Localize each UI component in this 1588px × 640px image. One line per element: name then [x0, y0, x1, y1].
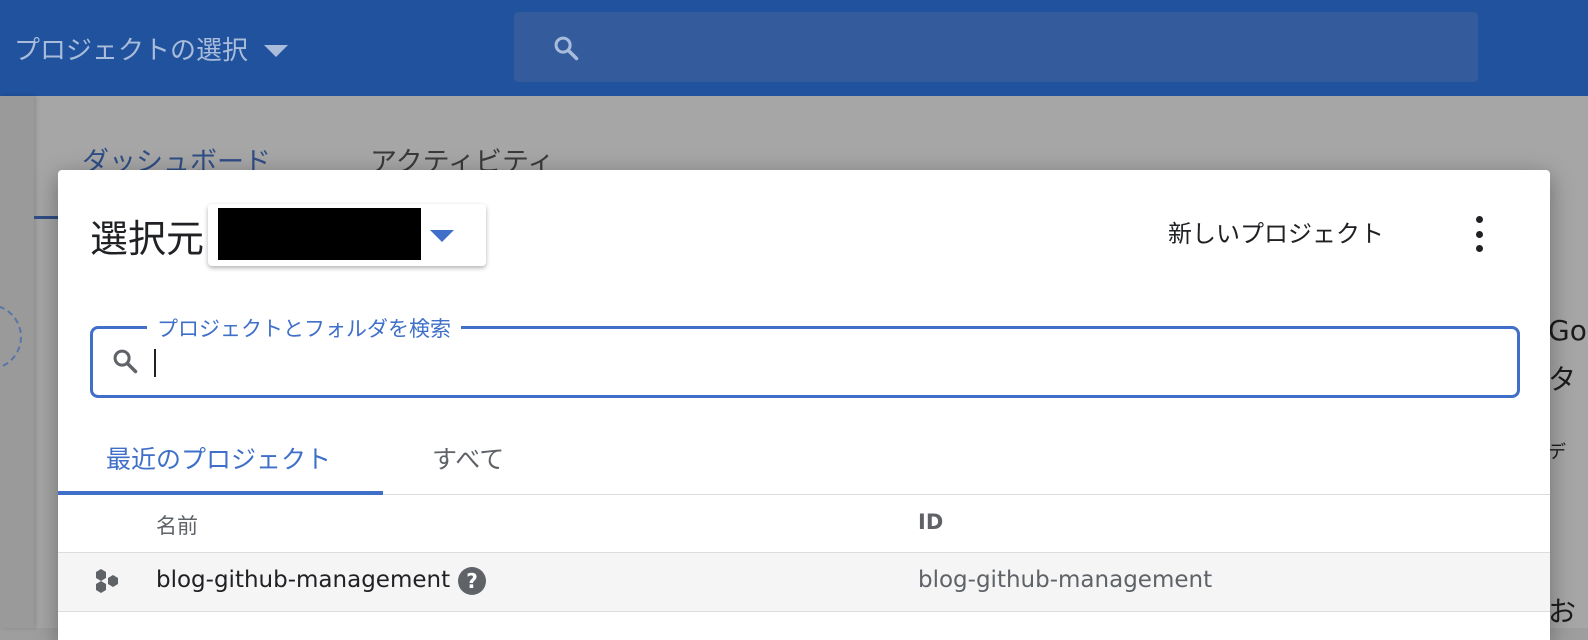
- column-header-name: 名前: [156, 514, 198, 538]
- top-search-bar[interactable]: [514, 12, 1478, 82]
- bg-fragment: お: [1548, 595, 1577, 628]
- bg-fragment: タ: [1548, 363, 1577, 396]
- dialog-tabs: 最近のプロジェクト すべて: [58, 422, 1550, 495]
- rail-circle-decoration: [0, 304, 22, 370]
- project-picker-button[interactable]: プロジェクトの選択: [14, 28, 289, 68]
- organization-select[interactable]: [208, 204, 486, 266]
- column-header-id: ID: [918, 510, 944, 534]
- bg-fragment: デ: [1548, 442, 1566, 463]
- organization-name-redacted: [218, 208, 421, 260]
- caret-down-icon: [264, 45, 289, 57]
- caret-down-icon: [430, 230, 454, 242]
- more-vert-icon[interactable]: [1468, 216, 1490, 252]
- search-icon: [552, 34, 580, 66]
- bg-fragment: Go: [1548, 314, 1587, 347]
- select-project-dialog: 選択元 新しいプロジェクト プロジェクトとフォルダを検索 最近のプロジェクト す…: [58, 170, 1550, 640]
- search-field-label: プロジェクトとフォルダを検索: [147, 313, 461, 343]
- top-app-bar: プロジェクトの選択: [0, 0, 1588, 96]
- project-search-field[interactable]: プロジェクトとフォルダを検索: [90, 313, 1520, 398]
- new-project-button[interactable]: 新しいプロジェクト: [1168, 214, 1384, 249]
- project-picker-label: プロジェクトの選択: [14, 35, 249, 66]
- left-rail: [0, 96, 34, 628]
- help-circle-icon[interactable]: ?: [458, 567, 486, 595]
- dialog-title: 選択元: [90, 217, 205, 261]
- project-id: blog-github-management: [918, 567, 1213, 593]
- tab-recent-projects[interactable]: 最近のプロジェクト: [106, 440, 331, 476]
- tab-all[interactable]: すべて: [432, 440, 504, 476]
- bg-tab-indicator: [34, 216, 60, 219]
- table-row[interactable]: blog-github-management ? blog-github-man…: [58, 552, 1550, 612]
- project-name: blog-github-management: [156, 567, 451, 593]
- project-hexagons-icon: [92, 567, 122, 599]
- search-icon: [111, 347, 139, 379]
- text-cursor: [154, 349, 156, 377]
- active-tab-indicator: [58, 491, 383, 495]
